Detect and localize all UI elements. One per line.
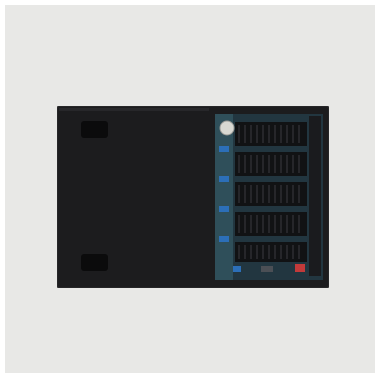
heatsink-5 [235,242,307,262]
case-highlight [59,108,209,111]
board-strip [215,114,233,280]
rubber-foot-top [81,121,108,138]
coin-battery [219,120,235,136]
heatsink-2 [235,152,307,176]
heatsink-3 [235,182,307,206]
side-rail [309,116,321,276]
heatsink-1 [235,122,307,146]
image-frame [0,0,381,379]
rubber-foot-bottom [81,254,108,271]
heatsink-4 [235,212,307,236]
enclosure-illustration [57,106,329,288]
enclosure-device [57,106,329,288]
